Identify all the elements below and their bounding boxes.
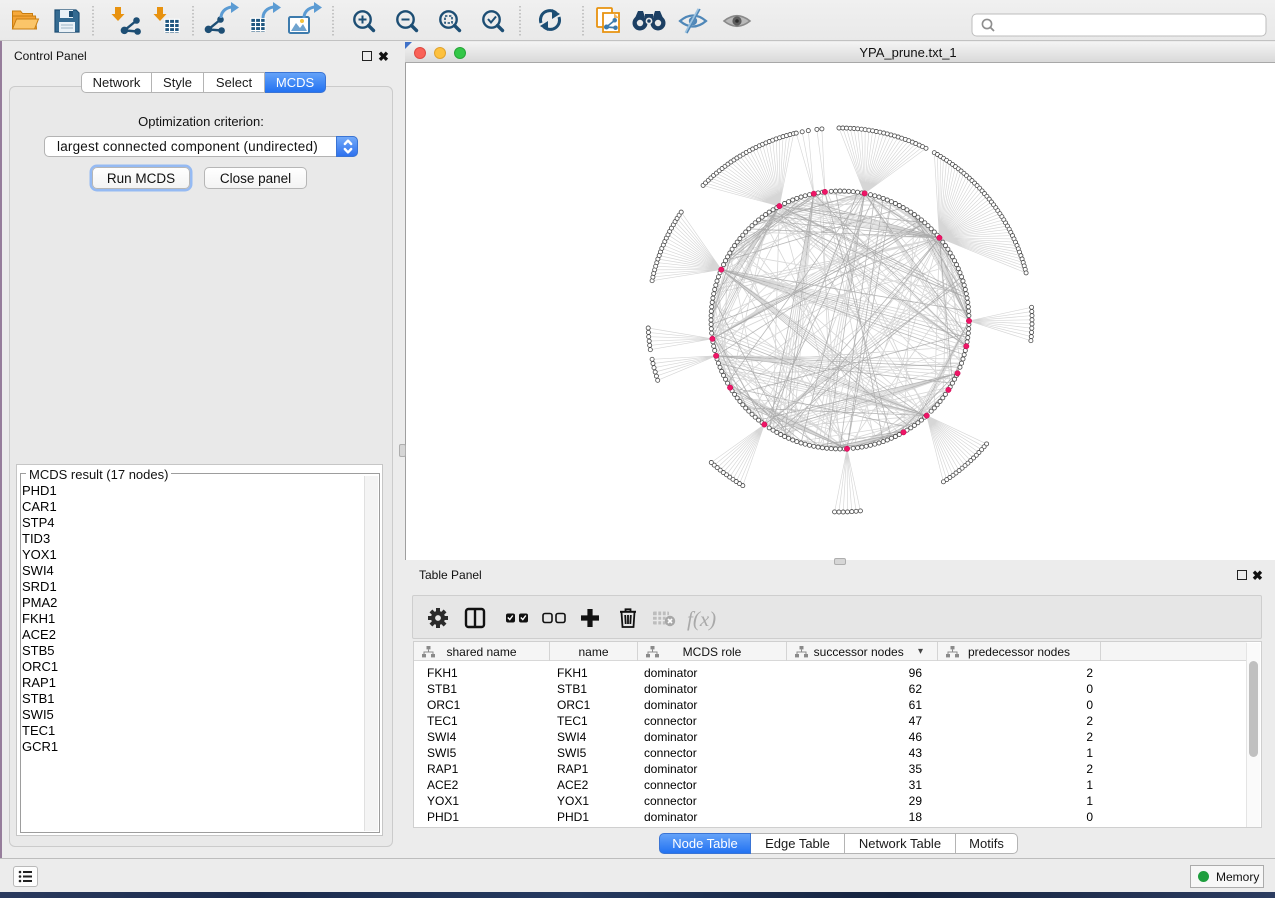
svg-text:f(x): f(x) bbox=[687, 607, 716, 631]
